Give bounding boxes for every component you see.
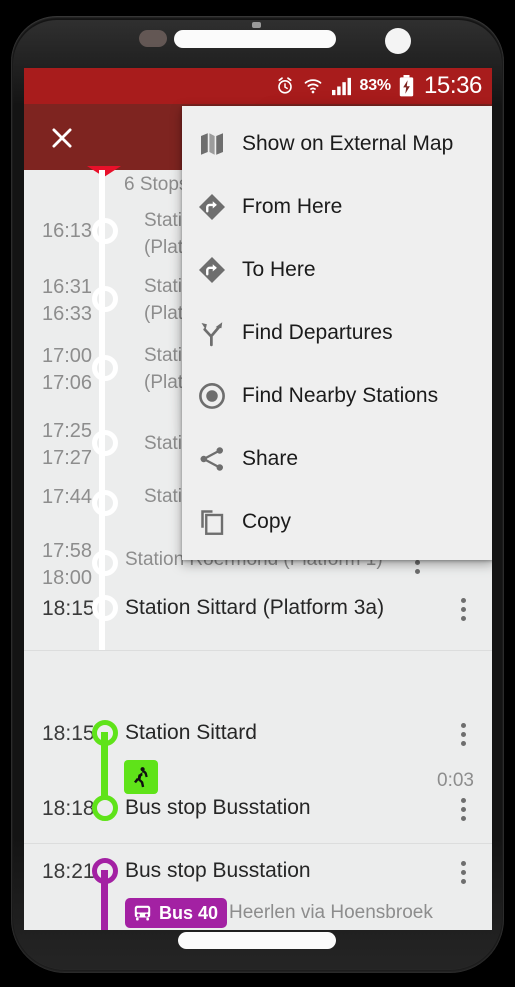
walk-leg-duration: 0:03 [437, 770, 474, 791]
leg-divider [24, 650, 492, 651]
menu-item-label: From Here [242, 194, 343, 218]
front-camera [385, 28, 411, 54]
row-departure-time: 18:21 [42, 860, 95, 883]
context-menu[interactable]: Show on External Map From Here To Here F… [182, 106, 492, 560]
close-icon [52, 128, 72, 148]
stop-node [92, 286, 118, 312]
row-overflow-menu[interactable] [461, 798, 466, 821]
train-stops-count[interactable]: 6 Stops [124, 174, 188, 196]
menu-item-label: Find Nearby Stations [242, 383, 439, 407]
row-arrival-time: 17:44 [42, 486, 93, 508]
row-arrival-time: 17:00 [42, 345, 93, 367]
row-arrival-time: 18:15 [42, 597, 95, 620]
row-overflow-menu[interactable] [461, 598, 466, 621]
row-arrival-time: 18:18 [42, 797, 95, 820]
menu-item-find-nearby-stations[interactable]: Find Nearby Stations [182, 364, 492, 427]
walking-person-icon [124, 760, 158, 794]
row-overflow-menu[interactable] [461, 723, 466, 746]
row-departure-time: 17:27 [42, 447, 93, 469]
phone-screen: 83% 15:36 6 Stops 16:13 Station (Platfo … [24, 68, 492, 930]
row-arrival-time: 17:25 [42, 420, 93, 442]
menu-item-find-departures[interactable]: Find Departures [182, 301, 492, 364]
cellular-signal-icon [331, 77, 352, 96]
row-overflow-menu[interactable] [461, 861, 466, 884]
departures-fork-icon [182, 318, 242, 348]
leg-divider [24, 843, 492, 844]
stop-node [92, 430, 118, 456]
stop-node-walk-end [92, 795, 118, 821]
bus-direction: Heerlen via Hoensbroek [229, 902, 433, 923]
map-icon [182, 129, 242, 159]
wifi-icon [303, 76, 323, 96]
stop-node-walk-start [92, 720, 118, 746]
stop-node [92, 595, 118, 621]
share-icon [182, 444, 242, 474]
stop-node [92, 490, 118, 516]
bus-line-label: Bus 40 [159, 902, 219, 923]
stop-node [92, 218, 118, 244]
menu-item-label: Share [242, 446, 299, 470]
row-arrival-time: 16:13 [42, 220, 93, 242]
proximity-sensor [139, 30, 167, 47]
row-departure-time: 18:00 [42, 567, 93, 589]
row-departure-time: 17:06 [42, 372, 93, 394]
stop-node-bus-start [92, 858, 118, 884]
stop-node [92, 355, 118, 381]
row-arrival-time: 17:58 [42, 540, 93, 562]
directions-from-icon [182, 192, 242, 222]
close-button[interactable] [42, 118, 82, 158]
row-station-name: Station Sittard (Platform 3a) [125, 596, 385, 619]
status-bar: 83% 15:36 [24, 68, 492, 104]
screenshot-root: 83% 15:36 6 Stops 16:13 Station (Platfo … [0, 0, 515, 987]
alarm-icon [275, 76, 295, 96]
menu-item-label: Show on External Map [242, 131, 454, 155]
bus-icon [134, 905, 151, 920]
copy-icon [182, 507, 242, 537]
earpiece-speaker [174, 30, 336, 48]
row-station-name: Station Sittard [125, 721, 257, 744]
notification-led [252, 22, 261, 28]
row-departure-time: 16:33 [42, 303, 93, 325]
menu-item-label: To Here [242, 257, 316, 281]
stop-node [92, 550, 118, 576]
bus-line-badge[interactable]: Bus 40 [125, 898, 228, 928]
row-arrival-time: 16:31 [42, 276, 93, 298]
row-station-name: Bus stop Busstation [125, 859, 311, 882]
menu-item-label: Copy [242, 509, 292, 533]
nearby-target-icon [182, 381, 242, 411]
menu-item-show-on-external-map[interactable]: Show on External Map [182, 112, 492, 175]
battery-charging-icon [399, 75, 414, 97]
row-departure-time: 18:15 [42, 722, 95, 745]
bottom-speaker [178, 932, 336, 949]
menu-item-from-here[interactable]: From Here [182, 175, 492, 238]
battery-percent: 83% [359, 77, 392, 94]
menu-item-copy[interactable]: Copy [182, 490, 492, 553]
row-station-name: Bus stop Busstation [125, 796, 311, 819]
directions-to-icon [182, 255, 242, 285]
menu-item-to-here[interactable]: To Here [182, 238, 492, 301]
status-clock: 15:36 [423, 72, 482, 99]
menu-item-label: Find Departures [242, 320, 393, 344]
menu-item-share[interactable]: Share [182, 427, 492, 490]
